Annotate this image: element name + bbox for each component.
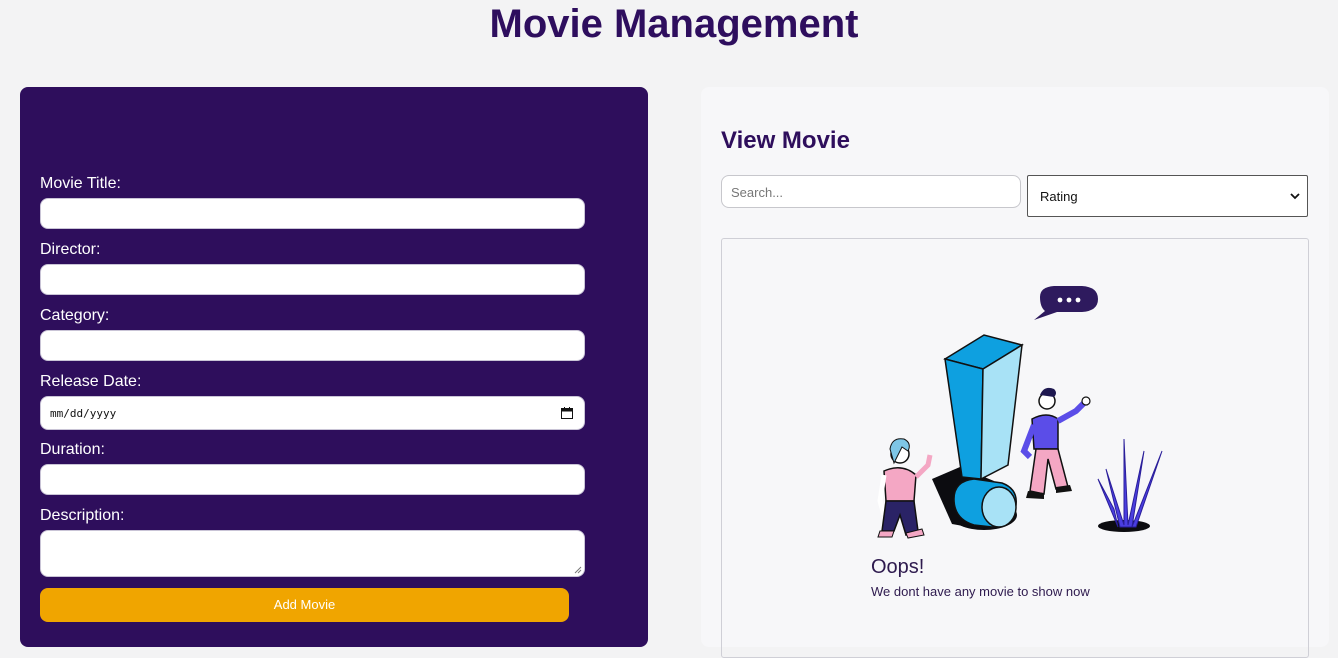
- view-movie-title: View Movie: [721, 127, 850, 154]
- description-textarea[interactable]: [40, 530, 585, 577]
- category-label: Category:: [40, 307, 110, 324]
- empty-state-message: We dont have any movie to show now: [871, 584, 1090, 599]
- empty-state-illustration: [877, 286, 1163, 539]
- release-date-label: Release Date:: [40, 373, 142, 390]
- description-label: Description:: [40, 507, 125, 524]
- release-date-input[interactable]: mm/dd/yyyy: [40, 396, 585, 430]
- sort-selected-value: Rating: [1040, 189, 1078, 204]
- movie-list-empty-state: Oops! We dont have any movie to show now: [721, 238, 1309, 658]
- release-date-placeholder: mm/dd/yyyy: [50, 407, 117, 420]
- sort-select[interactable]: Rating: [1027, 175, 1308, 217]
- category-input[interactable]: [40, 330, 585, 361]
- add-movie-form: Movie Title: Director: Category: Release…: [20, 87, 648, 647]
- page-title: Movie Management: [489, 2, 859, 46]
- empty-state-title: Oops!: [871, 556, 925, 578]
- movie-title-input[interactable]: [40, 198, 585, 229]
- add-movie-button[interactable]: Add Movie: [40, 588, 569, 622]
- view-movie-panel: View Movie Search... Rating Oops! We don…: [701, 87, 1329, 658]
- director-input[interactable]: [40, 264, 585, 295]
- search-input[interactable]: Search...: [721, 175, 1021, 208]
- search-placeholder: Search...: [731, 185, 784, 200]
- calendar-icon[interactable]: [561, 407, 573, 419]
- chevron-down-icon: [1290, 193, 1300, 200]
- resize-handle-icon[interactable]: [574, 566, 582, 574]
- director-label: Director:: [40, 241, 101, 258]
- duration-input[interactable]: [40, 464, 585, 495]
- movie-title-label: Movie Title:: [40, 175, 121, 192]
- duration-label: Duration:: [40, 441, 105, 458]
